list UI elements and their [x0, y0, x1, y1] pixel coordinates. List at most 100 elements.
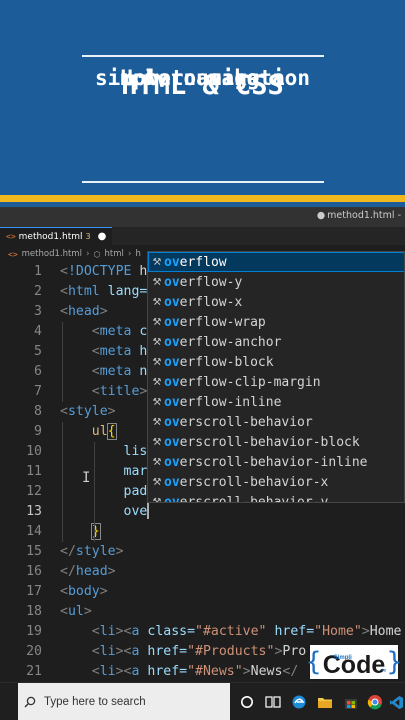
code-token: html [67, 284, 100, 299]
autocomplete-label: erscroll-behavior-x [179, 474, 329, 490]
code-token: title [99, 384, 140, 399]
chrome-icon[interactable] [366, 693, 384, 711]
code-token: class= [139, 624, 196, 639]
code-token: News [250, 664, 283, 679]
code-token: > [107, 564, 116, 579]
breadcrumb-element[interactable]: html [105, 249, 124, 259]
autocomplete-item[interactable]: ⚒ ov erflow-inline [148, 392, 404, 412]
code-token: > [361, 624, 370, 639]
code-token: style [67, 404, 108, 419]
code-token: < [91, 624, 100, 639]
wrench-icon: ⚒ [152, 496, 162, 503]
simplicode-logo: { Simpli Code by } [305, 643, 403, 681]
autocomplete-item[interactable]: ⚒ ov erflow [148, 252, 404, 272]
taskbar-search-box[interactable]: Type here to search [18, 683, 230, 720]
autocomplete-item[interactable]: ⚒ ov erflow-anchor [148, 332, 404, 352]
code-token: > [83, 604, 92, 619]
banner-title-line-4: HTML & CSS [121, 70, 284, 101]
code-token: lis [123, 444, 148, 459]
autocomplete-item[interactable]: ⚒ ov erflow-block [148, 352, 404, 372]
autocomplete-item[interactable]: ⚒ ov erflow-y [148, 272, 404, 292]
code-token: Pro [282, 644, 307, 659]
code-token: n [131, 364, 148, 379]
cortana-icon[interactable] [238, 693, 256, 711]
wrench-icon: ⚒ [152, 256, 162, 268]
autocomplete-match: ov [164, 474, 180, 490]
folder-icon[interactable] [316, 693, 334, 711]
code-token: > [242, 664, 251, 679]
code-token: < [91, 384, 100, 399]
windows-start-icon[interactable] [0, 683, 18, 720]
tab-unsaved-dot-icon[interactable]: ● [98, 231, 107, 242]
autocomplete-label: erflow-block [179, 354, 274, 370]
chevron-right-icon: › [127, 249, 132, 259]
autocomplete-match: ov [164, 274, 180, 290]
autocomplete-item[interactable]: ⚒ ov erscroll-behavior-x [148, 472, 404, 492]
autocomplete-match: ov [164, 374, 180, 390]
autocomplete-match: ov [164, 394, 180, 410]
line-number: 6 [34, 364, 42, 379]
autocomplete-label: erflow-anchor [179, 334, 282, 350]
code-token: >< [115, 624, 132, 639]
code-token: >< [115, 664, 132, 679]
code-token: < [60, 264, 68, 279]
code-token: < [60, 404, 68, 419]
windows-taskbar: Type here to search [0, 682, 405, 720]
code-token: href= [139, 664, 188, 679]
line-number: 10 [26, 444, 42, 459]
edge-icon[interactable] [290, 693, 308, 711]
code-text: mar [60, 462, 148, 482]
autocomplete-label: erflow-inline [179, 394, 282, 410]
code-text: <style> [60, 402, 116, 422]
vscode-icon[interactable] [388, 693, 404, 711]
autocomplete-match: ov [164, 494, 180, 503]
line-number: 4 [34, 324, 42, 339]
autocomplete-label: erflow [179, 254, 227, 270]
line-number: 3 [34, 304, 42, 319]
code-token: < [60, 304, 68, 319]
code-token: Home [369, 624, 402, 639]
code-token: ove [123, 504, 148, 519]
code-token: pad [123, 484, 148, 499]
line-number: 8 [34, 404, 42, 419]
autocomplete-label: erscroll-behavior-inline [179, 454, 368, 470]
autocomplete-item[interactable]: ⚒ ov erflow-x [148, 292, 404, 312]
code-text: <!DOCTYPE h [60, 262, 147, 282]
line-number: 11 [26, 464, 42, 479]
editor-tab-bar: <> method1.html 3 ● [0, 227, 405, 245]
logo-wordmark: Simpli Code by [322, 647, 387, 678]
autocomplete-item[interactable]: ⚒ ov erscroll-behavior-block [148, 432, 404, 452]
store-icon[interactable] [342, 693, 360, 711]
code-token: head [75, 564, 108, 579]
code-text: ove [60, 502, 150, 522]
code-token: > [115, 544, 124, 559]
line-number: 1 [34, 264, 42, 279]
wrench-icon: ⚒ [152, 336, 162, 348]
wrench-icon: ⚒ [152, 416, 162, 428]
line-number: 12 [26, 484, 42, 499]
breadcrumb-file[interactable]: method1.html [22, 249, 82, 259]
task-view-icon[interactable] [264, 693, 282, 711]
code-token: "#News" [187, 664, 243, 679]
breadcrumb-next[interactable]: h [136, 249, 141, 259]
code-token: > [99, 584, 108, 599]
code-text: lis [60, 442, 148, 462]
window-titlebar: ● method1.html - [0, 207, 405, 227]
autocomplete-item[interactable]: ⚒ ov erflow-clip-margin [148, 372, 404, 392]
code-token: < [91, 364, 100, 379]
element-cube-icon: ⬡ [93, 249, 101, 259]
tab-method1-html[interactable]: <> method1.html 3 ● [0, 227, 113, 245]
autocomplete-item[interactable]: ⚒ ov erscroll-behavior [148, 412, 404, 432]
taskbar-search-placeholder: Type here to search [44, 696, 146, 708]
unsaved-dot-icon: ● [316, 210, 326, 221]
code-line: 15 </style> [0, 542, 405, 562]
code-token: ul [91, 424, 108, 439]
autocomplete-item[interactable]: ⚒ ov erflow-wrap [148, 312, 404, 332]
code-text: pad [60, 482, 148, 502]
code-text: <ul> [60, 602, 92, 622]
autocomplete-match: ov [164, 414, 180, 430]
text-cursor [147, 503, 150, 519]
autocomplete-label: erscroll-behavior-y [179, 494, 329, 503]
autocomplete-item[interactable]: ⚒ ov erscroll-behavior-y [148, 492, 404, 503]
autocomplete-item[interactable]: ⚒ ov erscroll-behavior-inline [148, 452, 404, 472]
